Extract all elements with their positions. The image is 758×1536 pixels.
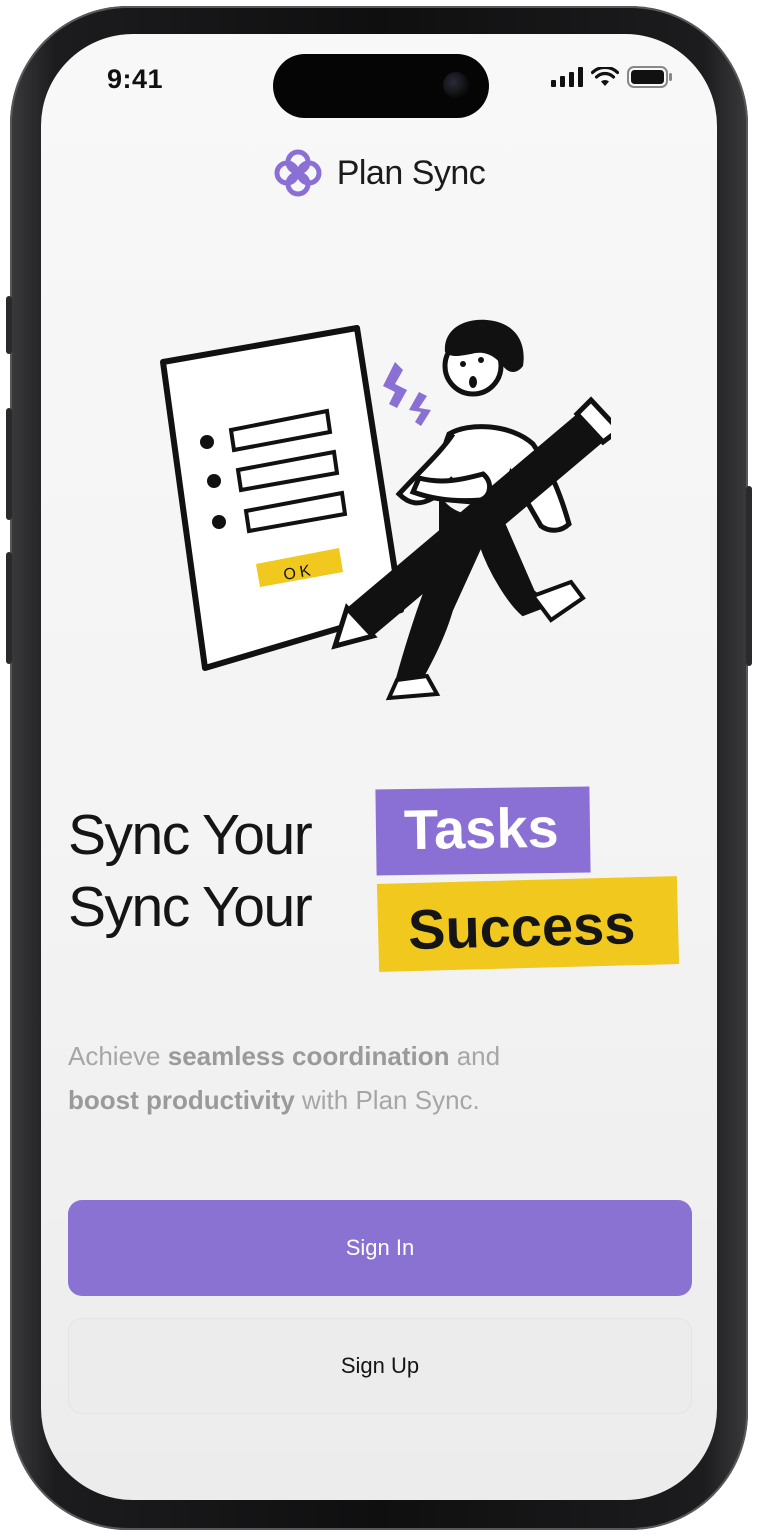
wifi-icon [591,67,619,86]
success-label: Success [407,892,637,962]
task-illustration: OK [160,319,611,701]
dynamic-island [273,54,489,118]
success-highlight-tag: Success [376,876,680,972]
headline: Sync Your Tasks Sync Your Success [68,782,708,1032]
headline-line2-prefix: Sync Your [68,875,313,939]
sign-up-button[interactable]: Sign Up [68,1318,692,1414]
desc-bold-2: boost productivity [68,1085,295,1115]
tasks-label: Tasks [403,795,560,862]
volume-down-button [6,552,12,664]
plan-sync-logo-icon [274,149,322,197]
description: Achieve seamless coordination and boost … [68,1034,608,1122]
desc-text-1: Achieve [68,1041,168,1071]
sign-in-button[interactable]: Sign In [68,1200,692,1296]
tasks-highlight-tag: Tasks [375,786,591,876]
status-time: 9:41 [107,64,164,94]
lightning-marks [383,362,431,426]
person-arms [409,471,492,504]
status-icons [551,66,673,88]
action-button [6,296,12,354]
power-button [746,486,752,666]
desc-text-3: with Plan Sync. [294,1085,480,1115]
battery-icon [627,66,672,88]
brand-header: Plan Sync [41,148,717,198]
headline-line1-prefix: Sync Your [68,803,313,867]
volume-up-button [6,408,12,520]
desc-text-2: and [449,1041,501,1071]
desc-bold-1: seamless coordination [167,1041,450,1071]
brand-name: Plan Sync [336,153,486,192]
signal-icon [551,67,583,87]
app-screen: 9:41 Plan Sync OK Sync Your Tasks Sync Y… [41,34,717,1500]
front-camera [443,72,469,98]
